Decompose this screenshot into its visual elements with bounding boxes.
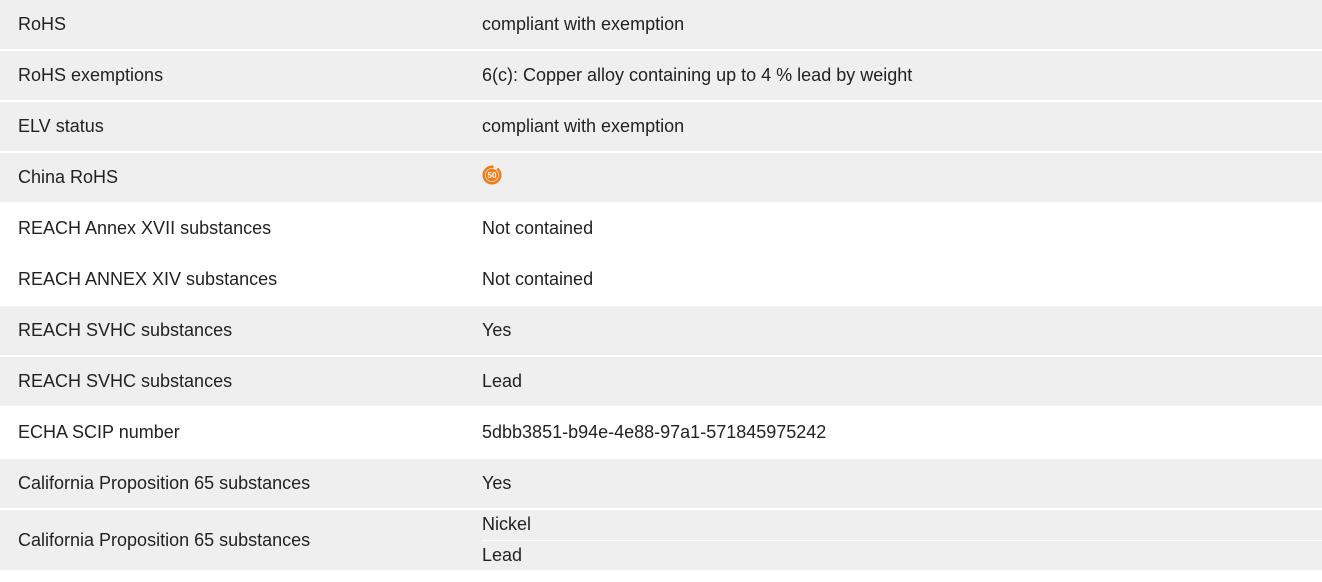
china-rohs-50-icon: 50	[482, 165, 502, 185]
spec-label: California Proposition 65 substances	[18, 529, 311, 550]
compliance-spec-table: RoHS compliant with exemption RoHS exemp…	[0, 0, 1322, 570]
spec-label: REACH Annex XVII substances	[18, 218, 272, 238]
spec-row-china-rohs: China RoHS 50	[0, 153, 1322, 204]
svg-text:50: 50	[488, 171, 497, 180]
spec-value: 6(c): Copper alloy containing up to 4 % …	[482, 65, 913, 85]
spec-row-echa-scip: ECHA SCIP number 5dbb3851-b94e-4e88-97a1…	[0, 408, 1322, 459]
spec-row-rohs-exemptions: RoHS exemptions 6(c): Copper alloy conta…	[0, 51, 1322, 102]
spec-value: Yes	[482, 320, 512, 340]
spec-value: compliant with exemption	[482, 14, 685, 34]
spec-label: California Proposition 65 substances	[18, 473, 311, 493]
spec-value: Not contained	[482, 269, 594, 289]
spec-row-reach-svhc-list: REACH SVHC substances Lead	[0, 357, 1322, 408]
spec-label: ELV status	[18, 116, 104, 136]
spec-value: Yes	[482, 473, 512, 493]
spec-row-elv-status: ELV status compliant with exemption	[0, 102, 1322, 153]
spec-label: REACH SVHC substances	[18, 371, 233, 391]
spec-row-reach-svhc: REACH SVHC substances Yes	[0, 306, 1322, 357]
spec-value: 5dbb3851-b94e-4e88-97a1-571845975242	[482, 422, 827, 442]
spec-value-item: Nickel	[482, 510, 1322, 541]
spec-value: Not contained	[482, 218, 594, 238]
spec-value: compliant with exemption	[482, 116, 685, 136]
spec-row-rohs: RoHS compliant with exemption	[0, 0, 1322, 51]
spec-row-prop65-list: California Proposition 65 substances Nic…	[0, 510, 1322, 570]
spec-row-reach-annex-xvii: REACH Annex XVII substances Not containe…	[0, 204, 1322, 255]
spec-label: REACH SVHC substances	[18, 320, 233, 340]
spec-row-reach-annex-xiv: REACH ANNEX XIV substances Not contained	[0, 255, 1322, 306]
spec-label: REACH ANNEX XIV substances	[18, 269, 278, 289]
spec-row-prop65: California Proposition 65 substances Yes	[0, 459, 1322, 510]
spec-value: 50	[482, 165, 1322, 190]
spec-label: China RoHS	[18, 167, 119, 187]
spec-label: RoHS exemptions	[18, 65, 164, 85]
spec-value: Lead	[482, 371, 523, 391]
spec-label: ECHA SCIP number	[18, 422, 180, 442]
spec-label: RoHS	[18, 14, 67, 34]
spec-value-list: Nickel Lead	[482, 510, 1322, 570]
spec-value-item: Lead	[482, 544, 523, 565]
